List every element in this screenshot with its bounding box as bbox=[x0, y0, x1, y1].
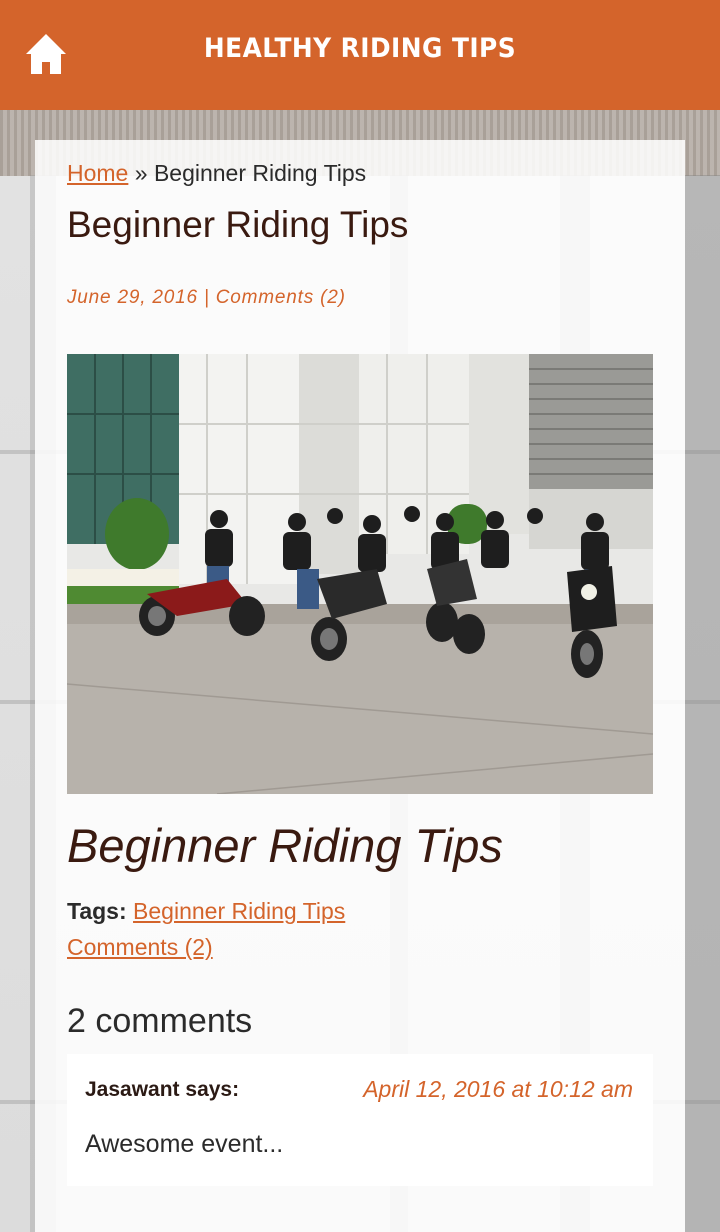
content-card: Home » Beginner Riding Tips Beginner Rid… bbox=[35, 140, 685, 1232]
comments-link[interactable]: Comments (2) bbox=[67, 934, 213, 960]
breadcrumb-home-link[interactable]: Home bbox=[67, 160, 128, 186]
comments-meta-link[interactable]: Comments (2) bbox=[216, 287, 346, 308]
tag-link[interactable]: Beginner Riding Tips bbox=[133, 898, 345, 924]
comment-item: Jasawant says: April 12, 2016 at 10:12 a… bbox=[67, 1054, 653, 1186]
breadcrumb-current: Beginner Riding Tips bbox=[153, 160, 367, 186]
app-title: HEALTHY RIDING TIPS bbox=[203, 33, 517, 64]
post-meta: June 29, 2016 | Comments (2) bbox=[67, 287, 653, 309]
breadcrumb-separator: » bbox=[134, 160, 148, 186]
app-header: HEALTHY RIDING TIPS bbox=[0, 0, 720, 110]
tags-label: Tags: bbox=[67, 898, 127, 924]
post-date: June 29, 2016 bbox=[67, 287, 198, 308]
comment-author: Jasawant says: bbox=[85, 1078, 240, 1101]
breadcrumb: Home » Beginner Riding Tips bbox=[67, 160, 653, 187]
post-title: Beginner Riding Tips bbox=[67, 819, 503, 872]
comments-link-row: Comments (2) bbox=[67, 934, 653, 961]
comment-date-link[interactable]: April 12, 2016 at 10:12 am bbox=[363, 1076, 633, 1103]
comment-text: Awesome event... bbox=[85, 1130, 284, 1158]
meta-separator: | bbox=[203, 287, 210, 308]
post-tags: Tags: Beginner Riding Tips bbox=[67, 898, 653, 925]
post-image bbox=[67, 354, 653, 794]
page-title: Beginner Riding Tips bbox=[67, 204, 409, 245]
comments-count-heading: 2 comments bbox=[67, 1002, 253, 1040]
